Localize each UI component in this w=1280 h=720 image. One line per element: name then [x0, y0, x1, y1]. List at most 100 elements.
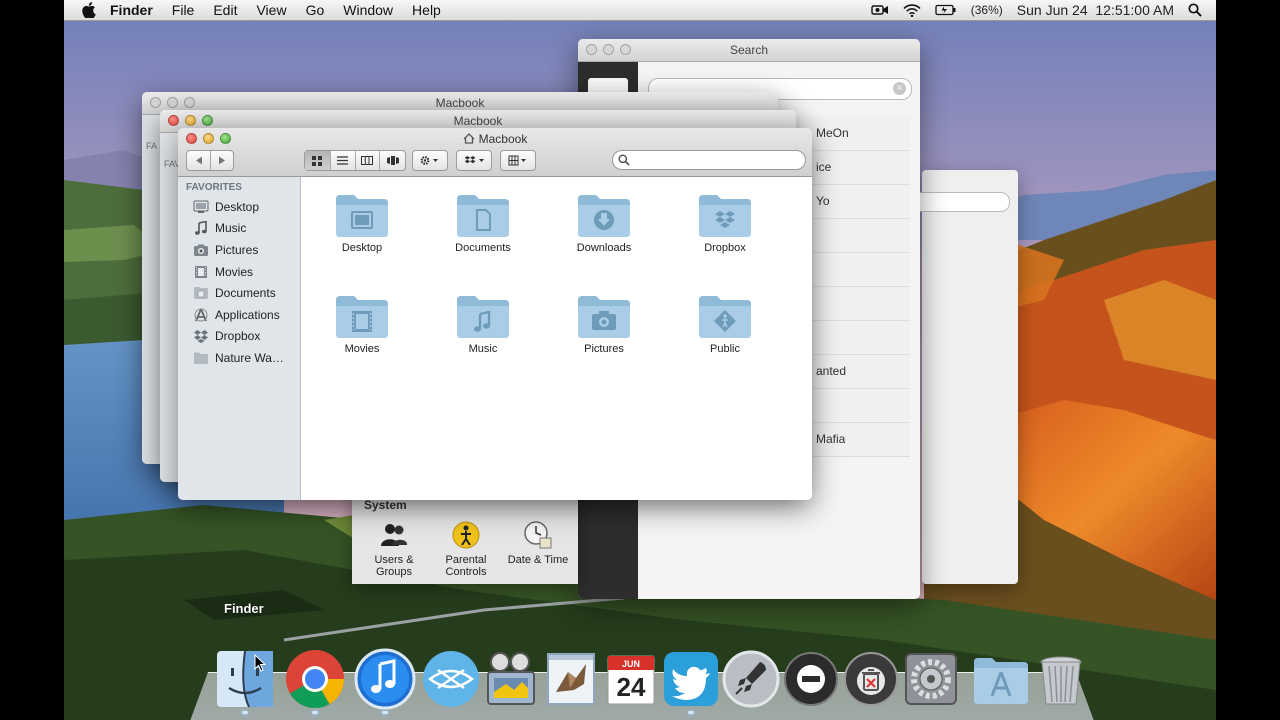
finder-titlebar[interactable]: Macbook: [178, 128, 812, 150]
apple-menu-icon[interactable]: [82, 2, 96, 18]
minimize-button[interactable]: [167, 97, 178, 108]
menu-file[interactable]: File: [172, 2, 195, 18]
coverflow-view-button[interactable]: [380, 151, 405, 170]
minimize-button[interactable]: [603, 44, 614, 55]
sidebar-item-dropbox[interactable]: Dropbox: [178, 326, 300, 348]
sidebar-item-label: Dropbox: [215, 329, 261, 344]
folder-public[interactable]: Public: [670, 292, 780, 355]
folder-label: Downloads: [576, 242, 632, 254]
calendar-day: 24: [617, 672, 646, 702]
screen-recording-icon[interactable]: [871, 4, 889, 16]
music-folder-icon: [457, 296, 509, 338]
dock-item-twitter[interactable]: [660, 648, 722, 714]
dock-item-chrome[interactable]: [284, 648, 346, 714]
folder-movies[interactable]: Movies: [307, 292, 417, 355]
parental-controls-pref[interactable]: Parental Controls: [430, 520, 502, 578]
running-indicator: [242, 711, 248, 714]
menu-view[interactable]: View: [256, 2, 286, 18]
dock-item-launchpad[interactable]: [720, 648, 782, 710]
menubar-clock[interactable]: Sun Jun 24 12:51:00 AM: [1017, 2, 1174, 18]
folder-pictures[interactable]: Pictures: [549, 292, 659, 355]
dock-item-dashboard[interactable]: [780, 648, 842, 710]
menu-go[interactable]: Go: [306, 2, 325, 18]
search-window-titlebar[interactable]: Search: [578, 39, 920, 62]
dock-item-ical[interactable]: JUN 24: [600, 648, 662, 710]
zoom-button[interactable]: [202, 115, 213, 126]
clear-search-icon[interactable]: ×: [893, 82, 906, 95]
sidebar-item-movies[interactable]: Movies: [178, 261, 300, 283]
action-menu-button[interactable]: [412, 150, 448, 171]
finder-back1-title: Macbook: [453, 114, 503, 128]
minimize-button[interactable]: [185, 115, 196, 126]
close-button[interactable]: [150, 97, 161, 108]
folder-downloads[interactable]: Downloads: [549, 191, 659, 254]
dock-item-trash-app[interactable]: [840, 648, 902, 710]
sidebar-header-favorites: FAVORITES: [186, 182, 242, 193]
menu-finder[interactable]: Finder: [110, 2, 153, 18]
folder-dropbox[interactable]: Dropbox: [670, 191, 780, 254]
dock-item-itunes[interactable]: [354, 648, 416, 714]
coverflow-view-icon: [386, 156, 399, 165]
menu-edit[interactable]: Edit: [213, 2, 237, 18]
column-view-button[interactable]: [356, 151, 381, 170]
list-view-button[interactable]: [331, 151, 356, 170]
finder-back2-sidebar-header: FA: [146, 141, 158, 151]
sidebar-item-label: Desktop: [215, 199, 260, 214]
sidebar-item-applications[interactable]: Applications: [178, 304, 300, 326]
chrome-icon: [286, 650, 344, 708]
desktop-folder-icon: [336, 195, 388, 237]
finder-icon: [217, 650, 273, 708]
icon-view-button[interactable]: [305, 151, 331, 170]
icon-view-icon: [312, 155, 323, 166]
sidebar-item-nature[interactable]: Nature Wa…: [178, 347, 300, 369]
running-indicator: [382, 711, 388, 714]
dock-item-finder[interactable]: [214, 648, 276, 714]
users-groups-pref[interactable]: Users & Groups: [358, 520, 430, 578]
folder-music[interactable]: Music: [428, 292, 538, 355]
battery-icon[interactable]: [935, 4, 957, 16]
ical-icon: JUN 24: [607, 655, 655, 705]
menu-help[interactable]: Help: [412, 2, 441, 18]
launchpad-icon: [722, 650, 780, 708]
music-note-icon: [195, 221, 207, 236]
finder-back1-sidebar-header: FAVO: [164, 159, 188, 169]
close-button[interactable]: [168, 115, 179, 126]
forward-button[interactable]: [211, 151, 233, 170]
dock-item-applications[interactable]: [970, 648, 1032, 710]
camera-icon: [194, 244, 208, 256]
date-time-pref[interactable]: Date & Time: [502, 520, 574, 578]
finder-search-input[interactable]: [612, 150, 806, 170]
finder-back1-sidebar: FAVO: [160, 133, 188, 482]
forward-arrow-icon: [219, 156, 225, 165]
search-window-title: Search: [729, 43, 769, 57]
dashboard-icon: [784, 652, 838, 706]
sidebar-item-desktop[interactable]: Desktop: [178, 196, 300, 218]
folder-desktop[interactable]: Desktop: [307, 191, 417, 254]
dock-item-system-preferences[interactable]: [900, 648, 962, 710]
menu-window[interactable]: Window: [343, 2, 393, 18]
zoom-button[interactable]: [184, 97, 195, 108]
arrange-menu-button[interactable]: [500, 150, 536, 171]
column-view-icon: [361, 156, 374, 165]
sidebar-item-pictures[interactable]: Pictures: [178, 239, 300, 261]
back-button[interactable]: [187, 151, 211, 170]
dropbox-menu-button[interactable]: [456, 150, 492, 171]
dock-item-xbmc[interactable]: [420, 648, 482, 710]
mouse-cursor-icon: [254, 654, 266, 672]
sidebar-item-music[interactable]: Music: [178, 218, 300, 240]
system-section-title: System: [364, 498, 407, 512]
wifi-icon[interactable]: [903, 3, 921, 17]
dock-item-trash[interactable]: [1030, 648, 1092, 710]
gear-icon: [420, 156, 438, 165]
sidebar-item-label: Pictures: [215, 242, 259, 257]
spotlight-icon[interactable]: [1188, 3, 1202, 17]
sidebar-item-documents[interactable]: Documents: [178, 282, 300, 304]
dock: JUN 24: [214, 636, 1094, 716]
documents-icon: [194, 287, 208, 300]
close-button[interactable]: [586, 44, 597, 55]
dock-item-imovie[interactable]: [480, 648, 542, 710]
folder-documents[interactable]: Documents: [428, 191, 538, 254]
dock-item-mail[interactable]: [540, 648, 602, 710]
zoom-button[interactable]: [620, 44, 631, 55]
sidebar-item-label: Movies: [215, 264, 254, 279]
